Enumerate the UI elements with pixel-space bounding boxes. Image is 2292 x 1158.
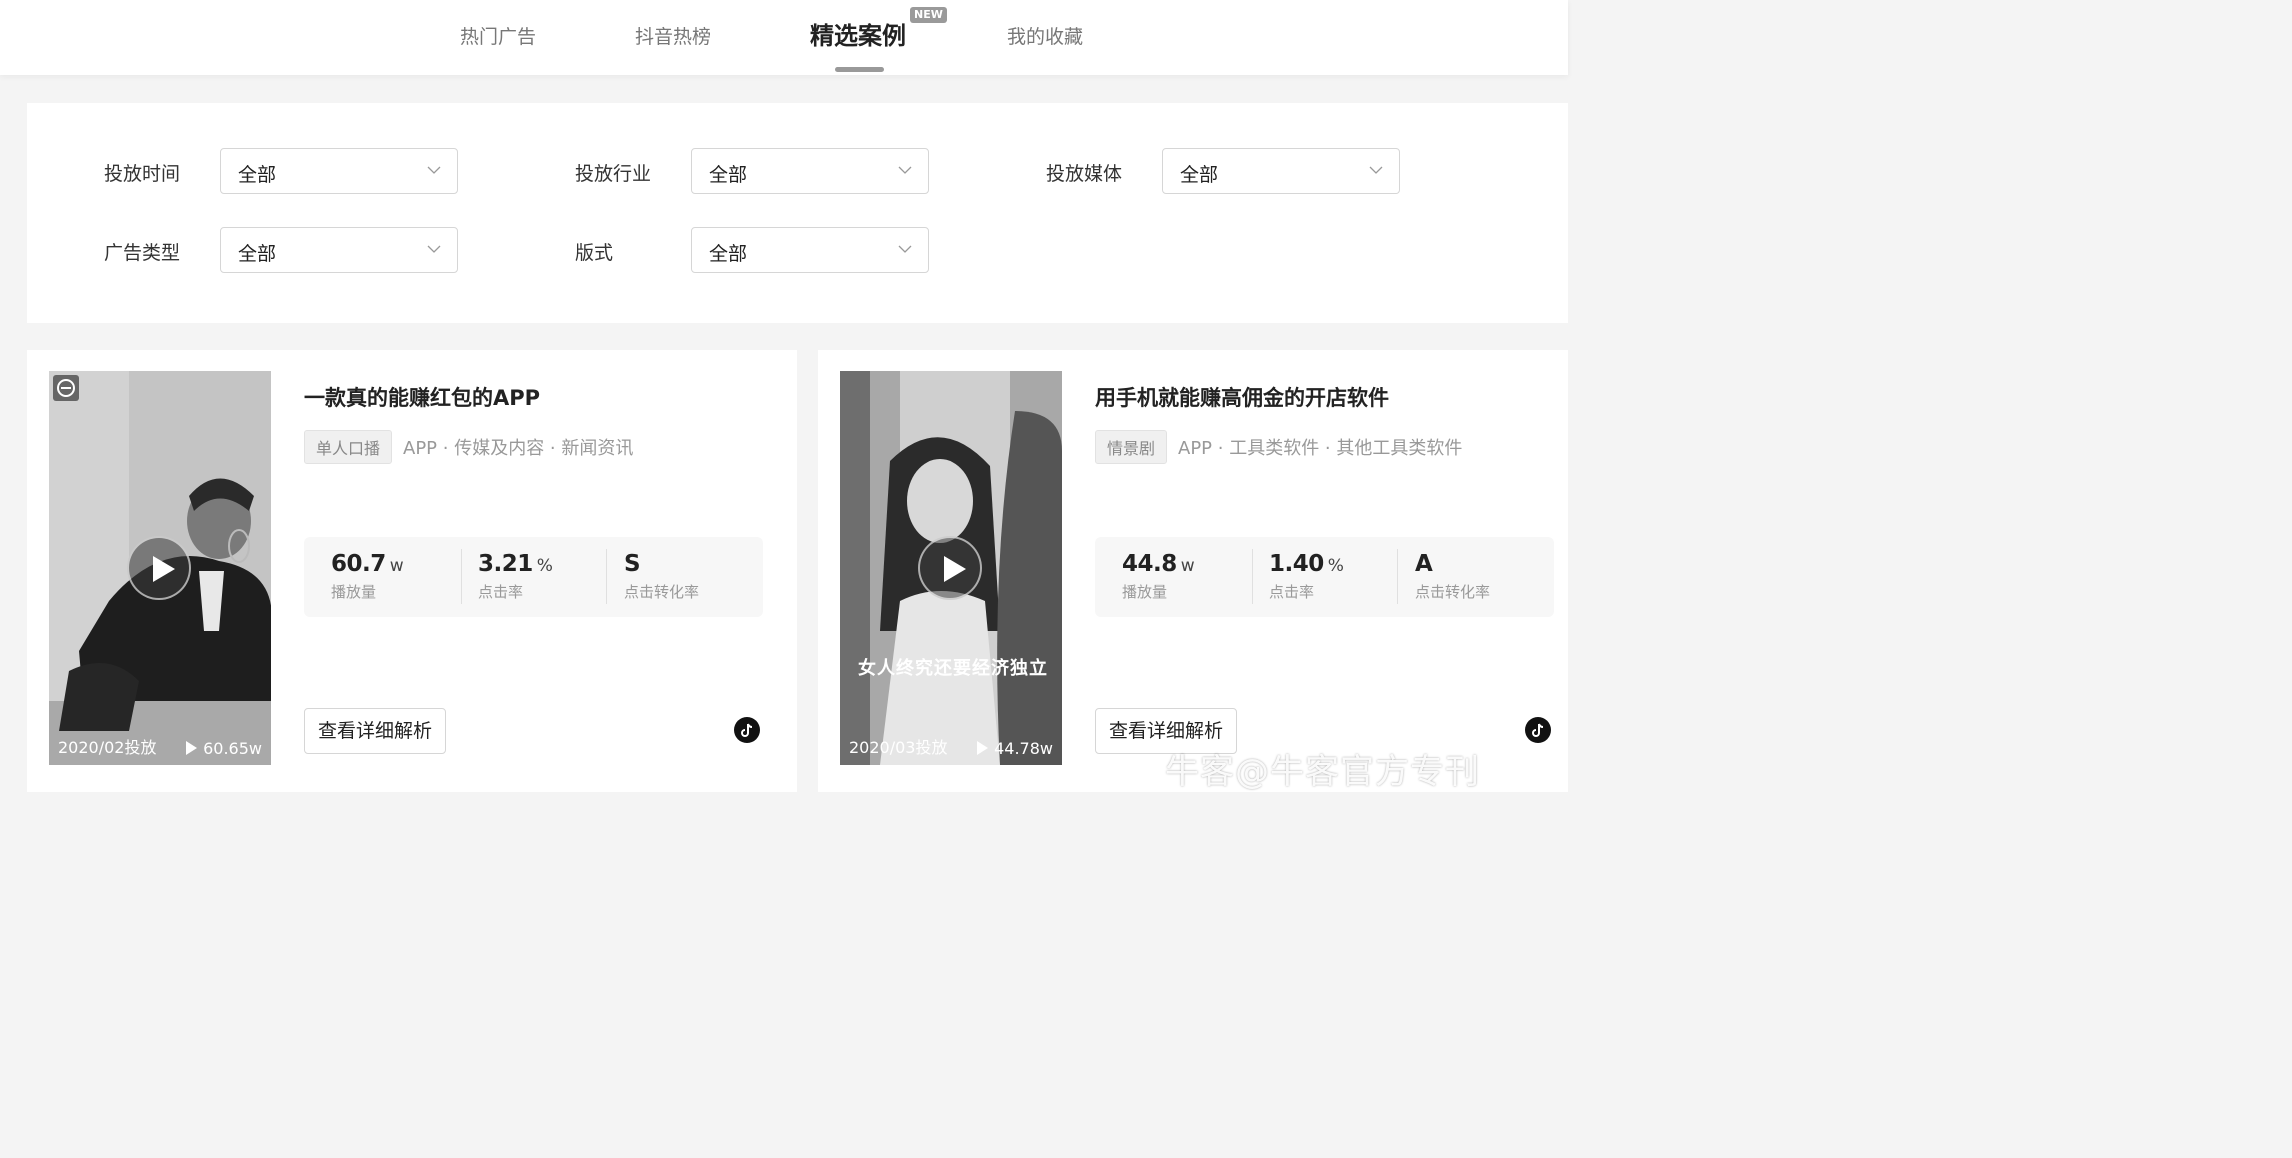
filter-select-format[interactable]: 全部 <box>691 227 929 273</box>
stat-ctr-label: 点击率 <box>478 583 524 601</box>
stat-plays-value: 60.7 <box>331 551 386 577</box>
stat-ctr-unit: % <box>1327 556 1344 576</box>
stat-plays: 60.7 w 播放量 <box>331 551 404 602</box>
video-subtitle: 女人终究还要经济独立 <box>858 658 1048 679</box>
stat-ctr-value: 3.21 <box>478 551 533 577</box>
stat-divider <box>461 549 462 604</box>
active-tab-indicator <box>835 67 884 72</box>
top-nav: 热门广告 抖音热榜 精选案例 NEW 我的收藏 <box>0 0 1568 75</box>
filter-label-ad-type: 广告类型 <box>104 242 181 264</box>
case-title[interactable]: 一款真的能赚红包的APP <box>304 382 540 412</box>
case-tags: 单人口播 APP · 传媒及内容 · 新闻资讯 <box>304 430 633 464</box>
stat-plays-unit: w <box>1180 556 1195 576</box>
stat-cvr: S 点击转化率 <box>624 551 699 602</box>
play-icon[interactable] <box>127 536 191 600</box>
case-type-tag: 单人口播 <box>304 430 393 464</box>
view-detail-button[interactable]: 查看详细解析 <box>304 708 446 754</box>
filter-select-media[interactable]: 全部 <box>1162 148 1400 194</box>
filter-select-value: 全部 <box>709 164 748 186</box>
stat-plays: 44.8 w 播放量 <box>1122 551 1195 602</box>
case-tags: 情景剧 APP · 工具类软件 · 其他工具类软件 <box>1095 430 1462 464</box>
tab-douyin-hot-list[interactable]: 抖音热榜 <box>635 22 711 49</box>
filter-select-ad-type[interactable]: 全部 <box>220 227 458 273</box>
tiktok-icon <box>1525 717 1551 743</box>
tiktok-icon <box>734 717 760 743</box>
stat-ctr-label: 点击率 <box>1269 583 1315 601</box>
play-icon[interactable] <box>918 536 982 600</box>
case-type-tag: 情景剧 <box>1095 430 1168 464</box>
stat-cvr: A 点击转化率 <box>1415 551 1490 602</box>
tab-hot-ads[interactable]: 热门广告 <box>460 22 536 49</box>
stat-plays-value: 44.8 <box>1122 551 1177 577</box>
case-title[interactable]: 用手机就能赚高佣金的开店软件 <box>1095 382 1389 412</box>
video-thumbnail[interactable]: 女人终究还要经济独立 2020/03投放 44.78w <box>840 371 1062 765</box>
video-views: 60.65w <box>186 739 262 758</box>
stat-plays-label: 播放量 <box>1122 583 1168 601</box>
play-count-icon <box>977 741 989 755</box>
video-views-value: 60.65w <box>203 739 262 758</box>
stat-divider <box>1397 549 1398 604</box>
stat-divider <box>1252 549 1253 604</box>
filter-select-value: 全部 <box>238 164 277 186</box>
filter-label-media: 投放媒体 <box>1046 163 1123 185</box>
stat-cvr-value: S <box>624 551 641 577</box>
filter-select-industry[interactable]: 全部 <box>691 148 929 194</box>
video-views-value: 44.78w <box>994 739 1053 758</box>
case-stats: 60.7 w 播放量 3.21% 点击率 S 点击转化率 <box>304 537 763 617</box>
tab-featured-cases[interactable]: 精选案例 <box>810 16 906 51</box>
chevron-down-icon <box>898 245 912 253</box>
stat-cvr-label: 点击转化率 <box>624 583 700 601</box>
chevron-down-icon <box>1369 166 1383 174</box>
video-date: 2020/03投放 <box>849 738 948 757</box>
filter-select-value: 全部 <box>709 243 748 265</box>
case-stats: 44.8 w 播放量 1.40% 点击率 A 点击转化率 <box>1095 537 1554 617</box>
tab-my-favorites[interactable]: 我的收藏 <box>1007 22 1083 49</box>
new-badge: NEW <box>910 7 947 23</box>
stat-plays-unit: w <box>389 556 404 576</box>
filter-select-time[interactable]: 全部 <box>220 148 458 194</box>
case-categories: APP · 传媒及内容 · 新闻资讯 <box>403 438 634 459</box>
stat-cvr-label: 点击转化率 <box>1415 583 1491 601</box>
play-count-icon <box>186 741 198 755</box>
stat-cvr-value: A <box>1415 551 1433 577</box>
video-views: 44.78w <box>977 739 1053 758</box>
filter-select-value: 全部 <box>238 243 277 265</box>
case-card: 2020/02投放 60.65w 一款真的能赚红包的APP 单人口播 APP ·… <box>27 350 797 792</box>
video-thumbnail[interactable]: 2020/02投放 60.65w <box>49 371 271 765</box>
case-card: 女人终究还要经济独立 2020/03投放 44.78w 用手机就能赚高佣金的开店… <box>818 350 1568 792</box>
filter-label-industry: 投放行业 <box>575 163 652 185</box>
filter-select-value: 全部 <box>1180 164 1219 186</box>
stat-divider <box>606 549 607 604</box>
watermark: 牛客@牛客官方专刊 <box>1165 752 1480 792</box>
brand-logo-icon <box>53 375 79 401</box>
case-categories: APP · 工具类软件 · 其他工具类软件 <box>1178 438 1463 459</box>
filter-label-format: 版式 <box>575 242 614 264</box>
chevron-down-icon <box>427 245 441 253</box>
video-date: 2020/02投放 <box>58 738 157 757</box>
chevron-down-icon <box>427 166 441 174</box>
chevron-down-icon <box>898 166 912 174</box>
filter-panel: 投放时间 全部 投放行业 全部 投放媒体 全部 广告类型 全部 版式 全部 <box>27 103 1568 323</box>
stat-plays-label: 播放量 <box>331 583 377 601</box>
stat-ctr: 1.40% 点击率 <box>1269 551 1344 602</box>
stat-ctr-unit: % <box>536 556 553 576</box>
stat-ctr-value: 1.40 <box>1269 551 1324 577</box>
stat-ctr: 3.21% 点击率 <box>478 551 553 602</box>
filter-label-time: 投放时间 <box>104 163 181 185</box>
